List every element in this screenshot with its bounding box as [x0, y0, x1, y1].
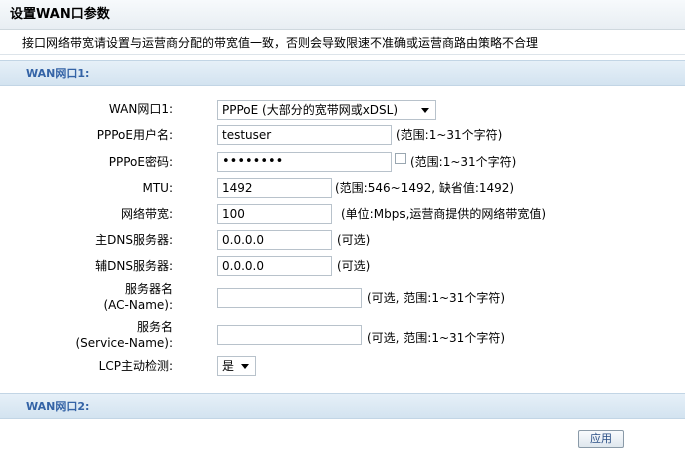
- wan2-section-header[interactable]: WAN网口2:: [0, 393, 685, 419]
- bandwidth-label: 网络带宽:: [120, 207, 173, 221]
- dns-secondary-label: 辅DNS服务器:: [95, 259, 173, 273]
- apply-button[interactable]: 应用: [578, 430, 624, 448]
- service-name-input[interactable]: [217, 325, 362, 345]
- pppoe-user-hint: (范围:1~31个字符): [396, 128, 503, 142]
- show-password-checkbox[interactable]: [395, 153, 406, 164]
- pppoe-user-input[interactable]: testuser: [217, 125, 392, 145]
- service-name-hint: (可选, 范围:1~31个字符): [367, 331, 505, 345]
- mtu-hint: (范围:546~1492, 缺省值:1492): [335, 181, 515, 195]
- bandwidth-notice: 接口网络带宽请设置与运营商分配的带宽值一致，否则会导致限速不准确或运营商路由策略…: [0, 31, 685, 55]
- pppoe-pass-hint: (范围:1~31个字符): [410, 155, 517, 169]
- service-name-label-line2: (Service-Name):: [75, 336, 174, 350]
- dns-primary-hint: (可选): [337, 233, 371, 247]
- ac-name-input[interactable]: [217, 288, 362, 308]
- chevron-down-icon: [241, 364, 249, 369]
- dns-primary-input[interactable]: 0.0.0.0: [217, 230, 332, 250]
- mtu-input[interactable]: 1492: [217, 178, 332, 198]
- wan-type-value: PPPoE (大部分的宽带网或xDSL): [222, 103, 399, 117]
- wan1-section-header[interactable]: WAN网口1:: [0, 60, 685, 86]
- pppoe-pass-label: PPPoE密码:: [108, 155, 173, 169]
- pppoe-user-label: PPPoE用户名:: [96, 128, 173, 142]
- pppoe-password-input[interactable]: ••••••••: [217, 152, 392, 172]
- lcp-select[interactable]: 是: [217, 356, 256, 376]
- service-name-label-line1: 服务名: [136, 320, 173, 334]
- chevron-down-icon: [421, 108, 429, 113]
- wan1-form: WAN网口1: PPPoE (大部分的宽带网或xDSL) PPPoE用户名: t…: [0, 86, 685, 392]
- mtu-label: MTU:: [142, 181, 173, 195]
- wan-port-label: WAN网口1:: [108, 102, 173, 116]
- wan-type-select[interactable]: PPPoE (大部分的宽带网或xDSL): [217, 100, 436, 120]
- dns-secondary-input[interactable]: 0.0.0.0: [217, 256, 332, 276]
- ac-name-hint: (可选, 范围:1~31个字符): [367, 291, 505, 305]
- bandwidth-input[interactable]: 100: [217, 204, 332, 224]
- dns-secondary-hint: (可选): [337, 259, 371, 273]
- dns-primary-label: 主DNS服务器:: [95, 233, 173, 247]
- page-title: 设置WAN口参数: [0, 0, 685, 30]
- ac-name-label-line1: 服务器名: [124, 282, 173, 296]
- bandwidth-hint: (单位:Mbps,运营商提供的网络带宽值): [341, 207, 547, 221]
- lcp-label: LCP主动检测:: [98, 359, 173, 373]
- ac-name-label-line2: (AC-Name):: [103, 298, 173, 312]
- lcp-value: 是: [222, 359, 235, 373]
